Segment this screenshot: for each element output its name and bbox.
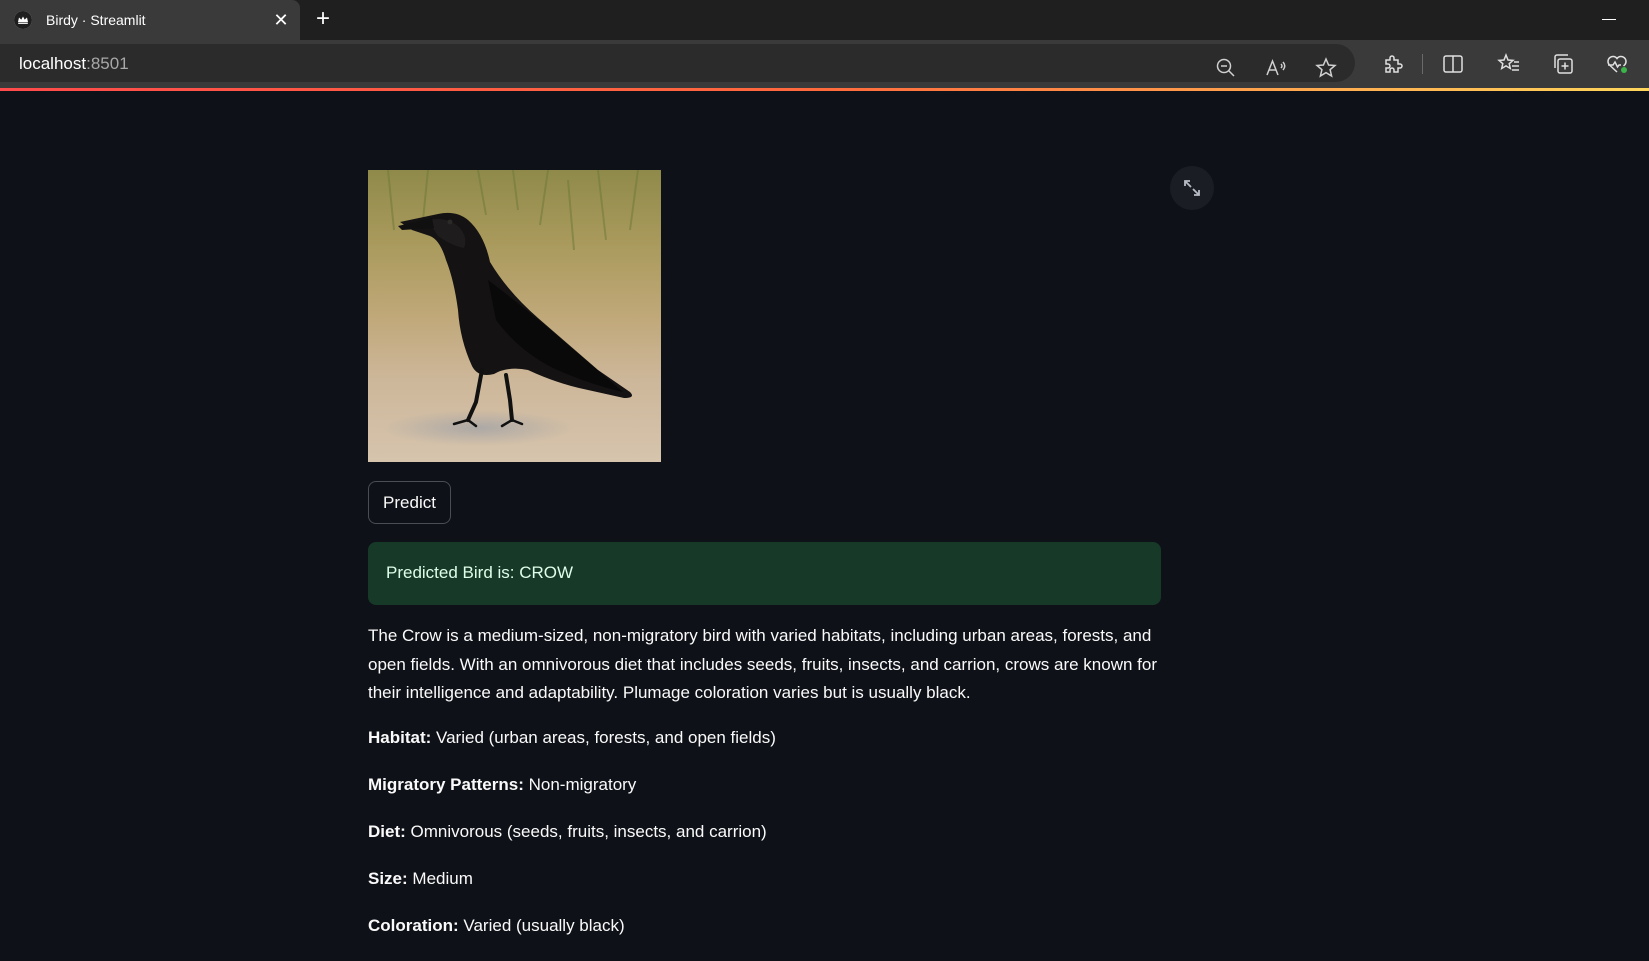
- attribute-label: Diet:: [368, 822, 406, 841]
- attribute-label: Size:: [368, 869, 408, 888]
- attribute-value: Varied (urban areas, forests, and open f…: [436, 728, 776, 747]
- browser-address-bar: localhost:8501: [0, 40, 1649, 88]
- attribute-value: Medium: [412, 869, 473, 888]
- attribute-value: Non-migratory: [528, 775, 637, 794]
- attribute-value: Omnivorous (seeds, fruits, insects, and …: [410, 822, 767, 841]
- streamlit-app: Predict Predicted Bird is: CROW The Crow…: [0, 91, 1649, 961]
- crow-photo: [368, 170, 661, 462]
- attribute-migratory-patterns: Migratory Patterns: Non-migratory: [368, 775, 636, 795]
- browser-tab-strip: Birdy · Streamlit ✕ +: [0, 0, 1649, 40]
- tab-close-icon[interactable]: ✕: [271, 10, 291, 30]
- fullscreen-icon: [1184, 180, 1200, 196]
- bird-description: The Crow is a medium-sized, non-migrator…: [368, 626, 1157, 702]
- read-aloud-icon[interactable]: [1264, 56, 1288, 80]
- attribute-size: Size: Medium: [368, 869, 473, 889]
- attribute-label: Habitat:: [368, 728, 432, 747]
- attribute-diet: Diet: Omnivorous (seeds, fruits, insects…: [368, 822, 767, 842]
- favorites-list-icon[interactable]: [1497, 52, 1521, 76]
- extensions-icon[interactable]: [1381, 52, 1405, 76]
- toolbar-divider: [1422, 54, 1423, 74]
- prediction-success-alert: Predicted Bird is: CROW: [368, 542, 1161, 605]
- collections-icon[interactable]: [1551, 52, 1575, 76]
- streamlit-crown-icon: [14, 11, 32, 29]
- url-text[interactable]: localhost:8501: [19, 54, 129, 74]
- prediction-result-text: Predicted Bird is: CROW: [386, 563, 574, 582]
- zoom-out-icon[interactable]: [1214, 56, 1238, 80]
- tab-title: Birdy · Streamlit: [46, 12, 146, 28]
- attribute-label: Coloration:: [368, 916, 459, 935]
- attribute-habitat: Habitat: Varied (urban areas, forests, a…: [368, 728, 776, 748]
- url-host: localhost: [19, 54, 87, 73]
- favorite-star-icon[interactable]: [1314, 56, 1338, 80]
- fullscreen-button[interactable]: [1170, 166, 1214, 210]
- minimize-icon: [1602, 19, 1616, 20]
- split-screen-icon[interactable]: [1441, 52, 1465, 76]
- bird-image: [368, 170, 661, 462]
- attribute-label: Migratory Patterns:: [368, 775, 524, 794]
- new-tab-button[interactable]: +: [310, 7, 336, 33]
- attribute-value: Varied (usually black): [463, 916, 625, 935]
- omnibox[interactable]: localhost:8501: [0, 44, 1355, 82]
- window-minimize-button[interactable]: [1596, 8, 1622, 30]
- url-port: :8501: [86, 54, 129, 73]
- predict-button[interactable]: Predict: [368, 481, 451, 524]
- browser-tab[interactable]: Birdy · Streamlit ✕: [0, 0, 300, 40]
- attribute-coloration: Coloration: Varied (usually black): [368, 916, 625, 936]
- browser-essentials-icon[interactable]: [1605, 52, 1629, 76]
